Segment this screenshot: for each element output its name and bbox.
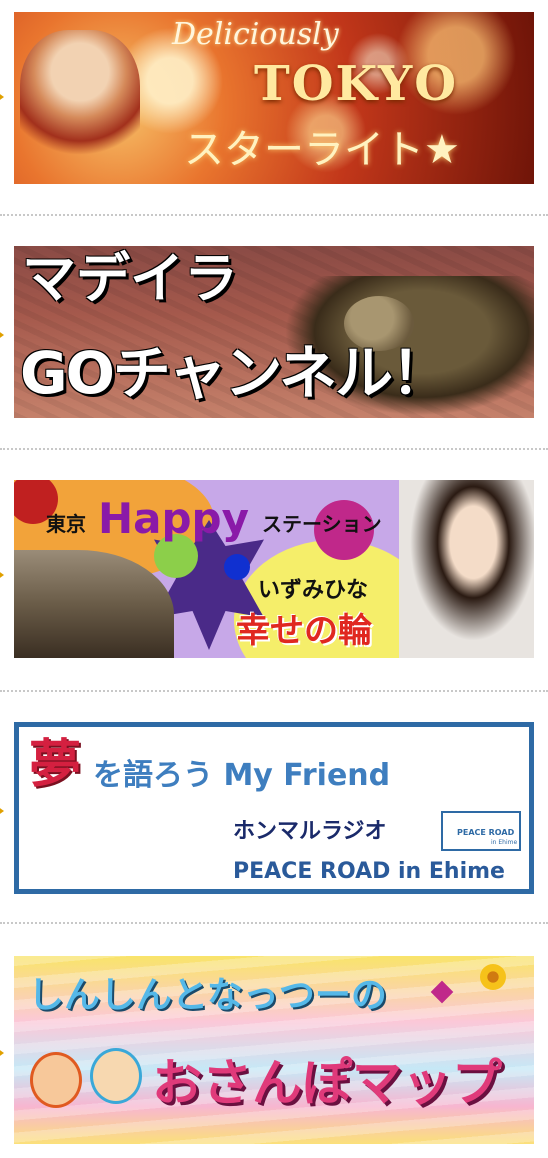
boy-face-icon: [90, 1048, 142, 1104]
banner-title: を語ろう My Friend: [93, 758, 391, 793]
bullet-arrow-icon: [0, 92, 4, 102]
banner-madeira-go[interactable]: マデイラ GOチャンネル！: [14, 246, 534, 418]
banner-tokyo-starlight[interactable]: Deliciously TOKYO スターライト★: [14, 12, 534, 184]
separator: [0, 690, 548, 692]
banner-osanpo-map[interactable]: しんしんとなっつーの おさんぽマップ: [14, 956, 534, 1144]
banner-station: ステーション: [262, 512, 382, 536]
bullet-arrow-icon: [0, 806, 4, 816]
banner-text-line2: TOKYO: [254, 56, 459, 112]
banner-text-line1: Deliciously: [172, 17, 339, 52]
blue-dot: [224, 554, 250, 580]
banner-subtitle: 幸せの輪: [236, 611, 372, 651]
banner-item-osanpo-map: しんしんとなっつーの おさんぽマップ: [0, 938, 548, 1148]
banner-text-line1: しんしんとなっつーの: [28, 975, 387, 1016]
banner-text-line3: スターライト★: [184, 127, 460, 173]
banner-happy: Happy: [98, 494, 249, 543]
banner-host: いずみひな: [258, 578, 369, 603]
banner-item-yume-my-friend: 夢 を語ろう My Friend ホンマルラジオ PEACE ROAD in E…: [0, 706, 548, 906]
flower-icon: [480, 964, 506, 990]
girl-face-icon: [30, 1052, 82, 1108]
radio-logo: ホンマルラジオ: [233, 819, 387, 844]
banner-text-line1: マデイラ: [22, 247, 238, 310]
model-photo: [20, 30, 140, 170]
banner-item-tokyo-happy-station: 東京 Happy ステーション いずみひな 幸せの輪: [0, 466, 548, 676]
host-photo: [399, 480, 534, 658]
peace-road-logo-text: PEACE ROAD: [457, 828, 515, 837]
banner-text-line2: GOチャンネル！: [20, 339, 449, 407]
banner-yume: 夢: [29, 735, 82, 795]
separator: [0, 214, 548, 216]
peace-road-logo: PEACE ROAD in Ehime: [441, 811, 521, 851]
banner-tokyo-happy-station[interactable]: 東京 Happy ステーション いずみひな 幸せの輪: [14, 480, 534, 658]
bullet-arrow-icon: [0, 570, 4, 580]
banner-footer: PEACE ROAD in Ehime: [233, 859, 505, 884]
banner-text-line2: おさんぽマップ: [152, 1054, 502, 1112]
banner-tag: 東京: [46, 512, 86, 536]
bullet-arrow-icon: [0, 1048, 4, 1058]
bullet-arrow-icon: [0, 330, 4, 340]
separator: [0, 448, 548, 450]
banner-item-madeira-go: マデイラ GOチャンネル！: [0, 230, 548, 430]
banner-item-tokyo-starlight: Deliciously TOKYO スターライト★: [0, 0, 548, 200]
separator: [0, 922, 548, 924]
peace-road-logo-sub: in Ehime: [491, 839, 518, 846]
banner-yume-my-friend[interactable]: 夢 を語ろう My Friend ホンマルラジオ PEACE ROAD in E…: [14, 722, 534, 894]
